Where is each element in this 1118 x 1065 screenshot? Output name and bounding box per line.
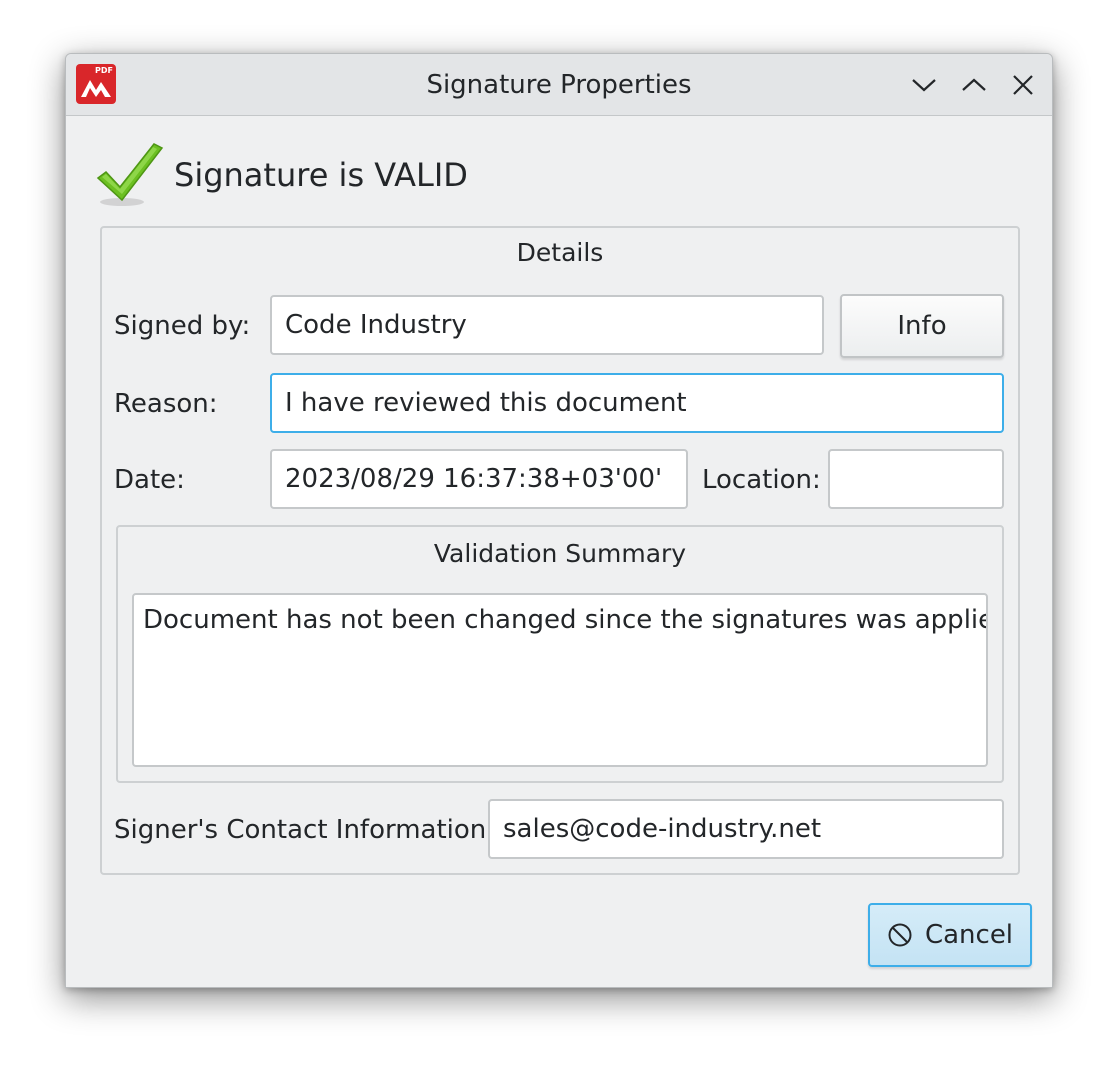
signed-by-label: Signed by: (114, 311, 251, 341)
close-icon (1013, 75, 1033, 95)
date-field[interactable]: 2023/08/29 16:37:38+03'00' (270, 449, 688, 509)
title-bar[interactable]: PDF Signature Properties (66, 54, 1052, 116)
details-group: Details Signed by: Code Industry Info Re… (100, 226, 1020, 875)
window-title: Signature Properties (426, 70, 692, 100)
cancel-button[interactable]: Cancel (868, 903, 1032, 967)
location-field[interactable] (828, 449, 1004, 509)
reason-label: Reason: (114, 389, 218, 419)
cancel-label: Cancel (924, 920, 1014, 950)
validation-summary-group: Validation Summary Document has not been… (116, 525, 1004, 783)
contact-field[interactable]: sales@code-industry.net (488, 799, 1004, 859)
maximize-button[interactable] (957, 68, 991, 102)
reason-field[interactable]: I have reviewed this document (270, 373, 1004, 433)
signed-by-field[interactable]: Code Industry (270, 295, 824, 355)
contact-label: Signer's Contact Information: (114, 815, 496, 845)
chevron-up-icon (962, 78, 986, 91)
location-label: Location: (702, 465, 821, 495)
info-button[interactable]: Info (840, 294, 1004, 358)
signature-status: Signature is VALID (174, 156, 468, 194)
checkmark-icon (96, 143, 164, 206)
validation-summary-text[interactable]: Document has not been changed since the … (132, 593, 988, 767)
cancel-icon (888, 923, 912, 947)
close-button[interactable] (1006, 68, 1040, 102)
dialog-content: Signature is VALID Details Signed by: Co… (66, 116, 1052, 987)
details-title: Details (516, 238, 604, 267)
dialog-window: PDF Signature Properties Signature is VA… (65, 53, 1053, 988)
validation-summary-title: Validation Summary (433, 539, 687, 568)
minimize-button[interactable] (907, 68, 941, 102)
chevron-down-icon (912, 79, 936, 92)
date-label: Date: (114, 465, 185, 495)
